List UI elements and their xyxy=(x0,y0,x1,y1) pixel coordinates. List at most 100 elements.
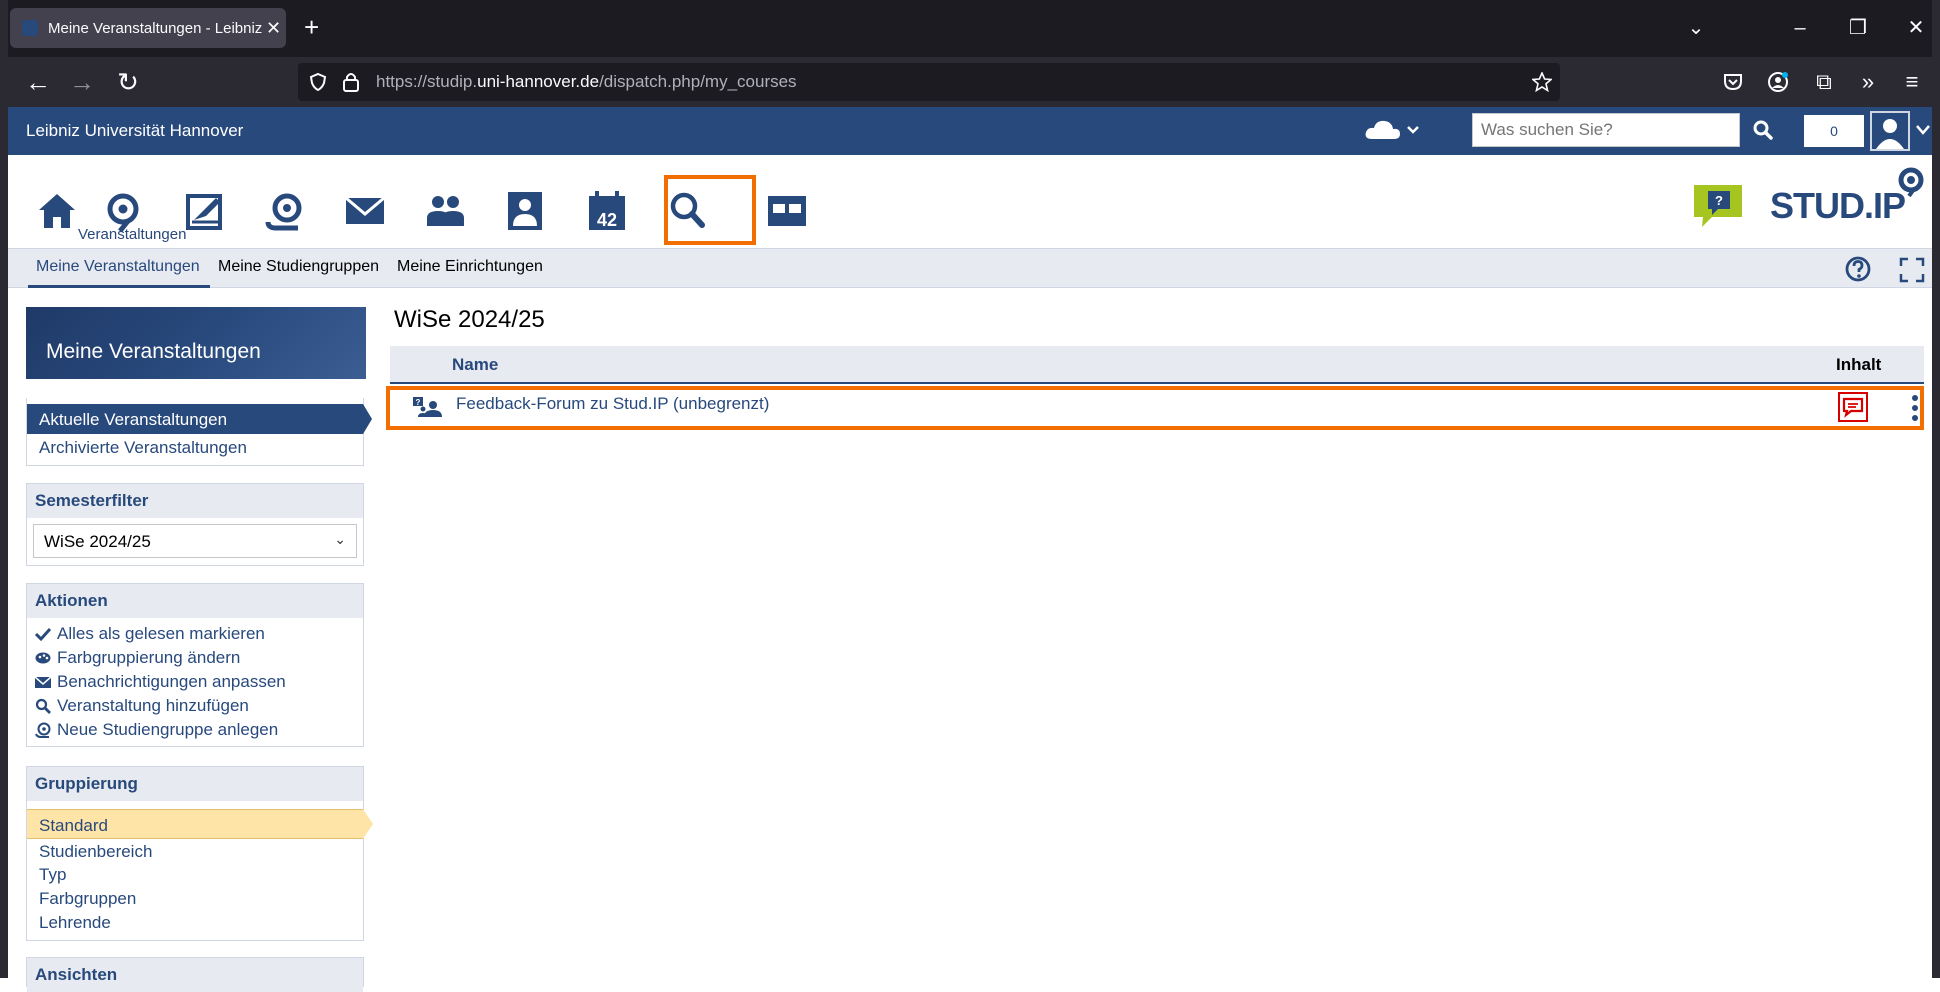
table-row[interactable]: ? Feedback-Forum zu Stud.IP (unbegrenzt) xyxy=(386,386,1924,430)
grouping-farbgruppen[interactable]: Farbgruppen xyxy=(27,887,363,911)
new-tab-button[interactable]: + xyxy=(304,14,319,40)
grouping-title: Gruppierung xyxy=(27,767,363,801)
actions-box: Aktionen Alles als gelesen markieren Far… xyxy=(26,583,364,747)
browser-nav-bar: ← → ↻ https://studip.uni-hannover.de/dis… xyxy=(0,57,1940,107)
url-bar[interactable]: https://studip.uni-hannover.de/dispatch.… xyxy=(298,63,1560,101)
fullscreen-icon[interactable] xyxy=(1898,256,1926,284)
chevron-down-icon[interactable] xyxy=(1916,125,1930,135)
grouping-standard[interactable]: Standard xyxy=(27,809,373,839)
home-icon[interactable] xyxy=(34,188,80,234)
grouping-lehrende[interactable]: Lehrende xyxy=(27,911,363,935)
forward-icon[interactable]: → xyxy=(64,65,100,99)
browser-tab[interactable]: Meine Veranstaltungen - Leibniz ✕ xyxy=(10,8,286,48)
url-domain: uni-hannover.de xyxy=(477,72,600,91)
views-title: Ansichten xyxy=(27,958,363,992)
tab-meine-veranstaltungen[interactable]: Meine Veranstaltungen xyxy=(28,258,210,288)
sidebar-item-aktuelle[interactable]: Aktuelle Veranstaltungen xyxy=(27,404,372,434)
shield-icon[interactable] xyxy=(308,72,328,92)
forum-new-content-icon[interactable] xyxy=(1838,392,1868,422)
pocket-icon[interactable] xyxy=(1723,72,1743,92)
action-label: Farbgruppierung ändern xyxy=(57,648,241,667)
palette-icon xyxy=(35,652,51,664)
course-type-icon: ? xyxy=(413,397,442,417)
main-navigation: Veranstaltungen 42 ? STUD.IP xyxy=(8,155,1932,248)
browser-tab-bar: Meine Veranstaltungen - Leibniz ✕ + ⌄ – … xyxy=(0,0,1940,57)
action-label: Alles als gelesen markieren xyxy=(57,624,265,643)
notification-counter[interactable]: 0 xyxy=(1804,115,1864,147)
url-prefix: https://studip. xyxy=(376,72,478,91)
search-input[interactable] xyxy=(1472,113,1740,147)
close-tab-icon[interactable]: ✕ xyxy=(266,18,281,39)
action-add-course[interactable]: Veranstaltung hinzufügen xyxy=(27,694,363,718)
bookmark-star-icon[interactable] xyxy=(1532,72,1552,92)
search-submit-icon[interactable] xyxy=(1752,119,1774,141)
calendar-icon[interactable]: 42 xyxy=(584,188,630,234)
close-window-icon[interactable]: ✕ xyxy=(1896,16,1936,40)
more-actions-icon[interactable] xyxy=(1910,394,1920,422)
semester-select-value: WiSe 2024/25 xyxy=(44,532,151,551)
minimize-icon[interactable]: – xyxy=(1780,16,1820,40)
app-menu-icon[interactable]: ≡ xyxy=(1894,65,1930,99)
browser-tab-title: Meine Veranstaltungen - Leibniz xyxy=(48,19,262,37)
action-label: Benachrichtigungen anpassen xyxy=(57,672,286,691)
extensions-icon[interactable]: ⧉ xyxy=(1806,65,1842,99)
mail-icon xyxy=(35,676,51,688)
contacts-icon[interactable] xyxy=(422,188,468,234)
site-header-bar: Leibniz Universität Hannover 0 xyxy=(8,107,1932,155)
action-label: Neue Studiengruppe anlegen xyxy=(57,720,279,739)
semesterfilter-title: Semesterfilter xyxy=(27,484,363,518)
tab-meine-studiengruppen[interactable]: Meine Studiengruppen xyxy=(218,258,379,276)
help-icon[interactable] xyxy=(1844,255,1872,283)
chevron-down-icon: ⌄ xyxy=(334,531,346,547)
search-nav-highlight xyxy=(664,175,756,245)
restore-icon[interactable]: ❐ xyxy=(1838,16,1878,40)
cloud-icon[interactable] xyxy=(1364,117,1420,143)
column-header-inhalt: Inhalt xyxy=(1836,355,1882,374)
grouping-studienbereich[interactable]: Studienbereich xyxy=(27,839,363,863)
url-text[interactable]: https://studip.uni-hannover.de/dispatch.… xyxy=(376,72,797,92)
studip-logo-icon xyxy=(1898,167,1924,197)
calendar-day: 42 xyxy=(597,210,617,230)
workplace-icon[interactable] xyxy=(182,188,228,234)
checkmark-icon xyxy=(35,627,51,642)
community-icon[interactable] xyxy=(262,188,308,234)
overflow-menu-icon[interactable]: » xyxy=(1850,65,1886,99)
reload-icon[interactable]: ↻ xyxy=(110,65,146,99)
svg-text:?: ? xyxy=(1715,193,1723,208)
tools-icon[interactable] xyxy=(764,188,810,234)
profile-icon[interactable] xyxy=(502,188,548,234)
action-label: Veranstaltung hinzufügen xyxy=(57,696,249,715)
studip-logo[interactable]: STUD.IP xyxy=(1770,185,1906,227)
grouping-typ[interactable]: Typ xyxy=(27,863,363,887)
svg-text:?: ? xyxy=(416,398,421,407)
course-table-header: Name Inhalt xyxy=(390,346,1924,384)
action-new-studygroup[interactable]: Neue Studiengruppe anlegen xyxy=(27,718,363,742)
tab-list-icon[interactable]: ⌄ xyxy=(1676,16,1716,40)
help-center-icon[interactable]: ? xyxy=(1690,181,1746,231)
nav-active-label: Veranstaltungen xyxy=(78,226,187,243)
lock-icon[interactable] xyxy=(342,71,360,93)
url-path: /dispatch.php/my_courses xyxy=(599,72,797,91)
org-name[interactable]: Leibniz Universität Hannover xyxy=(26,121,243,141)
semester-select[interactable]: WiSe 2024/25 ⌄ xyxy=(33,524,357,558)
action-mark-read[interactable]: Alles als gelesen markieren xyxy=(27,622,363,646)
course-link[interactable]: Feedback-Forum zu Stud.IP (unbegrenzt) xyxy=(456,394,769,414)
actions-title: Aktionen xyxy=(27,584,363,618)
avatar[interactable] xyxy=(1870,111,1910,151)
sidebar-views: Aktuelle Veranstaltungen Archivierte Ver… xyxy=(26,398,372,466)
views-box: Ansichten xyxy=(26,957,364,992)
column-header-name[interactable]: Name xyxy=(452,355,498,375)
semester-heading: WiSe 2024/25 xyxy=(394,306,545,333)
action-color-grouping[interactable]: Farbgruppierung ändern xyxy=(27,646,363,670)
sidebar-item-archivierte[interactable]: Archivierte Veranstaltungen xyxy=(27,434,363,458)
messages-icon[interactable] xyxy=(342,188,388,234)
favicon-icon xyxy=(22,20,38,36)
grouping-box: Gruppierung Standard Studienbereich Typ … xyxy=(26,766,373,941)
subnav-tabs: Meine Veranstaltungen Meine Studiengrupp… xyxy=(8,248,1932,288)
sidebar-header: Meine Veranstaltungen xyxy=(26,307,366,379)
action-notifications[interactable]: Benachrichtigungen anpassen xyxy=(27,670,363,694)
account-icon[interactable] xyxy=(1767,71,1789,93)
back-icon[interactable]: ← xyxy=(20,65,56,99)
search-icon xyxy=(35,698,51,714)
tab-meine-einrichtungen[interactable]: Meine Einrichtungen xyxy=(397,258,543,276)
